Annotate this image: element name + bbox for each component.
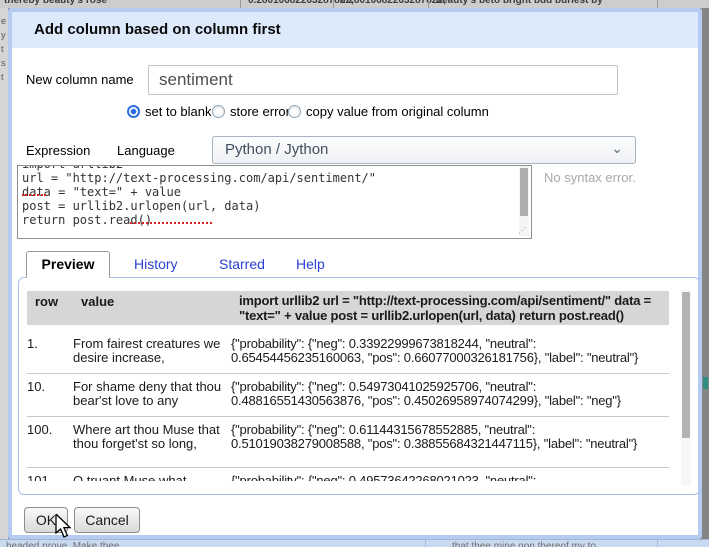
new-column-name-value: sentiment bbox=[159, 70, 233, 90]
column-divider bbox=[657, 540, 658, 547]
background-fragment: s bbox=[1, 58, 6, 68]
background-table-bottom-row: headed prove, Make thee that thee mine n… bbox=[0, 539, 709, 547]
tab-preview-label: Preview bbox=[42, 256, 95, 272]
column-divider bbox=[428, 0, 429, 8]
radio-store-error-label[interactable]: store error bbox=[230, 104, 290, 119]
background-fragment: e bbox=[1, 16, 6, 26]
background-cell: that thee mine non thereof my to bbox=[452, 541, 596, 547]
header-value: value bbox=[81, 294, 233, 309]
language-select-value: Python / Jython bbox=[225, 141, 328, 158]
ok-button-label: OK bbox=[36, 512, 56, 528]
radio-copy-value[interactable] bbox=[288, 105, 301, 118]
row-divider bbox=[27, 416, 669, 417]
mouse-cursor bbox=[55, 514, 75, 540]
tab-starred[interactable]: Starred bbox=[219, 256, 265, 272]
editor-resize-grip[interactable]: ⋰ bbox=[518, 226, 529, 236]
background-cell: 0.28010682263287822, bbox=[340, 0, 446, 6]
expression-code: import urllib2 url = "http://text-proces… bbox=[22, 165, 531, 227]
row-value: From fairest creatures we desire increas… bbox=[73, 337, 225, 364]
spellcheck-underline bbox=[130, 220, 212, 224]
row-output: {"probability": {"neg": 0.33922999673818… bbox=[231, 337, 667, 364]
preview-panel: row value import urllib2 url = "http://t… bbox=[18, 277, 700, 495]
background-table-left-edge: e y t s t bbox=[0, 8, 8, 539]
tab-preview[interactable]: Preview bbox=[26, 251, 110, 278]
background-cell: beauty's beto bright bud buriest by bbox=[436, 0, 603, 6]
background-table-top-row: thereby beauty's rose 0.2801068226328782… bbox=[0, 0, 709, 8]
column-divider bbox=[240, 0, 241, 8]
row-output: {"probability": {"neg": 0.61144315678552… bbox=[231, 423, 667, 450]
background-fragment: t bbox=[1, 44, 4, 54]
dialog-header: Add column based on column first bbox=[12, 12, 698, 48]
editor-scrollbar-thumb[interactable] bbox=[520, 168, 528, 216]
language-select[interactable]: Python / Jython ⌄ bbox=[212, 136, 636, 164]
background-fragment: t bbox=[1, 72, 4, 82]
background-right-gutter bbox=[702, 8, 709, 539]
background-cell: thereby beauty's rose bbox=[4, 0, 107, 6]
radio-store-error[interactable] bbox=[212, 105, 225, 118]
background-scroll-marker bbox=[703, 377, 708, 389]
preview-scrollbar-thumb[interactable] bbox=[682, 292, 690, 438]
tab-help[interactable]: Help bbox=[296, 256, 325, 272]
add-column-dialog: Add column based on column first New col… bbox=[8, 8, 702, 539]
dialog-title: Add column based on column first bbox=[34, 21, 281, 38]
screen: thereby beauty's rose 0.2801068226328782… bbox=[0, 0, 709, 547]
header-row: row bbox=[35, 294, 75, 309]
cancel-button-label: Cancel bbox=[85, 512, 129, 528]
background-cell: headed prove, Make thee bbox=[6, 541, 119, 547]
background-cell: 0.28010682263287822, bbox=[248, 0, 354, 6]
column-divider bbox=[425, 540, 426, 547]
row-index: 100. bbox=[27, 423, 67, 437]
new-column-name-label: New column name bbox=[26, 72, 134, 87]
chevron-down-icon: ⌄ bbox=[611, 140, 623, 157]
column-divider bbox=[333, 0, 334, 8]
row-index: 10. bbox=[27, 380, 67, 394]
clipped-row-mask bbox=[21, 481, 677, 493]
row-index: 1. bbox=[27, 337, 67, 351]
row-divider bbox=[27, 373, 669, 374]
new-column-name-input[interactable]: sentiment bbox=[148, 65, 618, 95]
radio-set-to-blank-label[interactable]: set to blank bbox=[145, 104, 212, 119]
preview-table-header: row value import urllib2 url = "http://t… bbox=[27, 291, 669, 325]
radio-copy-value-label[interactable]: copy value from original column bbox=[306, 104, 489, 119]
row-value: For shame deny that thou bear'st love to… bbox=[73, 380, 225, 407]
spellcheck-underline bbox=[22, 192, 46, 196]
row-output: {"probability": {"neg": 0.54973041025925… bbox=[231, 380, 667, 407]
column-divider bbox=[657, 0, 658, 8]
background-fragment: y bbox=[1, 30, 6, 40]
row-divider bbox=[27, 467, 669, 468]
tab-history[interactable]: History bbox=[134, 256, 178, 272]
expression-label: Expression bbox=[26, 143, 90, 158]
header-expression: import urllib2 url = "http://text-proces… bbox=[239, 293, 675, 323]
row-value: Where art thou Muse that thou forget'st … bbox=[73, 423, 225, 450]
syntax-status: No syntax error. bbox=[544, 170, 636, 185]
radio-set-to-blank[interactable] bbox=[127, 105, 140, 118]
cancel-button[interactable]: Cancel bbox=[74, 507, 140, 533]
expression-editor[interactable]: import urllib2 url = "http://text-proces… bbox=[17, 165, 532, 239]
language-label: Language bbox=[117, 143, 175, 158]
